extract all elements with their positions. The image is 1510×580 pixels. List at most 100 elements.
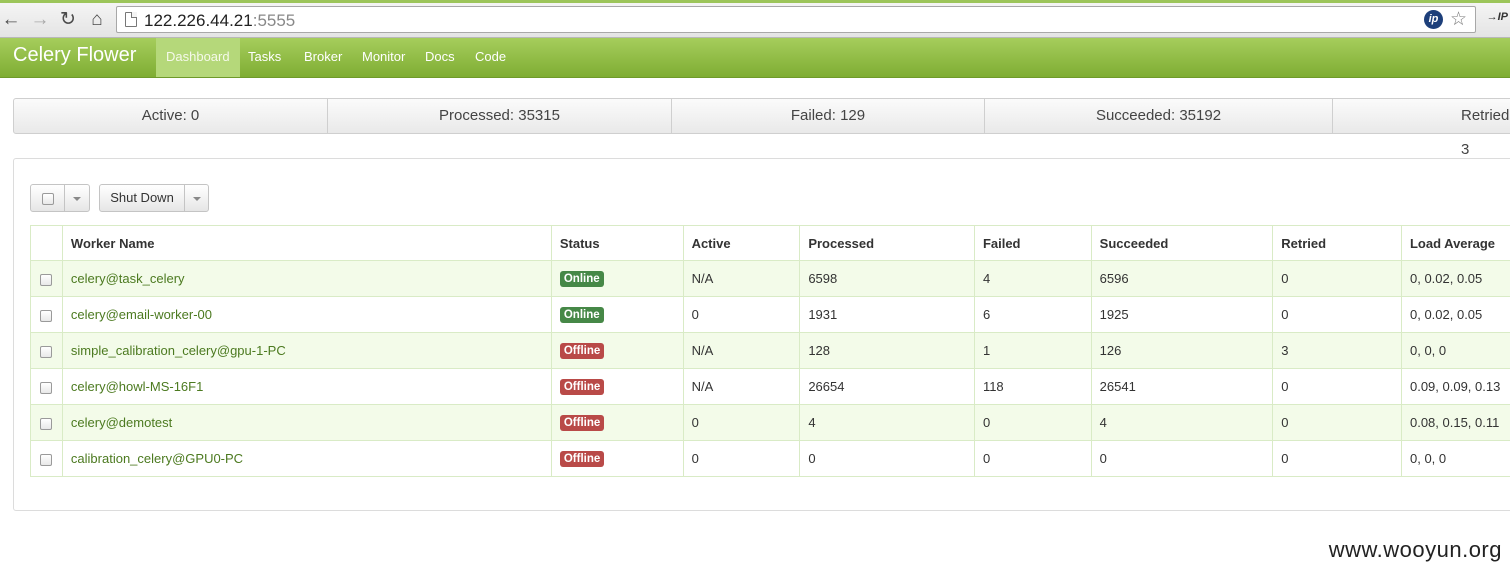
back-arrow-icon[interactable]: ← bbox=[0, 9, 22, 31]
home-icon[interactable]: ⌂ bbox=[86, 9, 108, 31]
table-row: celery@demotest Offline 0 4 0 4 0 0.08, … bbox=[30, 404, 1510, 441]
load-average-cell: 0.08, 0.15, 0.11 bbox=[1400, 404, 1510, 441]
stat-processed: Processed: 35315 bbox=[328, 99, 672, 133]
header-retried[interactable]: Retried bbox=[1272, 225, 1402, 261]
succeeded-cell: 126 bbox=[1090, 332, 1274, 369]
succeeded-cell: 4 bbox=[1090, 404, 1274, 441]
table-row: calibration_celery@GPU0-PC Offline 0 0 0… bbox=[30, 440, 1510, 477]
processed-cell: 128 bbox=[799, 332, 975, 369]
active-cell: 0 bbox=[682, 296, 801, 333]
worker-name-link[interactable]: celery@howl-MS-16F1 bbox=[61, 368, 552, 405]
watermark-text: www.wooyun.org bbox=[1328, 537, 1502, 562]
status-cell: Offline bbox=[550, 404, 684, 441]
status-cell: Offline bbox=[550, 440, 684, 477]
header-active[interactable]: Active bbox=[682, 225, 801, 261]
select-dropdown-toggle[interactable] bbox=[65, 185, 89, 211]
stat-failed: Failed: 129 bbox=[672, 99, 985, 133]
worker-name-link[interactable]: calibration_celery@GPU0-PC bbox=[61, 440, 552, 477]
page-icon bbox=[125, 12, 137, 27]
nav-dashboard[interactable]: Dashboard bbox=[156, 38, 240, 77]
caret-down-icon bbox=[73, 196, 81, 201]
shutdown-dropdown-toggle[interactable] bbox=[185, 185, 208, 211]
table-row: simple_calibration_celery@gpu-1-PC Offli… bbox=[30, 332, 1510, 369]
worker-name-link[interactable]: celery@demotest bbox=[61, 404, 552, 441]
header-processed[interactable]: Processed bbox=[799, 225, 975, 261]
status-badge: Offline bbox=[559, 379, 605, 395]
succeeded-cell: 6596 bbox=[1090, 260, 1274, 297]
status-cell: Online bbox=[550, 296, 684, 333]
active-cell: 0 bbox=[682, 404, 801, 441]
nav-code[interactable]: Code bbox=[465, 38, 516, 77]
worker-name-link[interactable]: celery@task_celery bbox=[61, 260, 552, 297]
status-badge: Online bbox=[559, 271, 604, 287]
succeeded-cell: 0 bbox=[1090, 440, 1274, 477]
status-badge: Offline bbox=[559, 451, 605, 467]
stat-active: Active: 0 bbox=[14, 99, 328, 133]
processed-cell: 26654 bbox=[799, 368, 975, 405]
shutdown-button[interactable]: Shut Down bbox=[100, 185, 184, 211]
status-badge: Offline bbox=[559, 415, 605, 431]
nav-monitor[interactable]: Monitor bbox=[352, 38, 415, 77]
failed-cell: 1 bbox=[973, 332, 1092, 369]
nav-docs[interactable]: Docs bbox=[415, 38, 465, 77]
select-all-checkbox[interactable] bbox=[31, 185, 64, 211]
succeeded-cell: 1925 bbox=[1090, 296, 1274, 333]
retried-cell: 0 bbox=[1272, 368, 1402, 405]
status-badge: Online bbox=[559, 307, 604, 323]
select-all-dropdown[interactable] bbox=[30, 184, 90, 212]
failed-cell: 4 bbox=[973, 260, 1092, 297]
header-load-average[interactable]: Load Average bbox=[1400, 225, 1510, 261]
row-checkbox[interactable] bbox=[30, 404, 63, 441]
row-checkbox[interactable] bbox=[30, 260, 63, 297]
extension-ip-button[interactable]: →IP bbox=[1487, 11, 1508, 23]
address-bar[interactable]: 122.226.44.21:5555 ip ☆ bbox=[116, 6, 1476, 33]
table-row: celery@email-worker-00 Online 0 1931 6 1… bbox=[30, 296, 1510, 333]
retried-cell: 0 bbox=[1272, 404, 1402, 441]
load-average-cell: 0, 0.02, 0.05 bbox=[1400, 296, 1510, 333]
retried-cell: 3 bbox=[1272, 332, 1402, 369]
row-checkbox[interactable] bbox=[30, 440, 63, 477]
stats-summary-bar: Active: 0 Processed: 35315 Failed: 129 S… bbox=[13, 98, 1510, 158]
worker-name-link[interactable]: simple_calibration_celery@gpu-1-PC bbox=[61, 332, 552, 369]
load-average-cell: 0, 0, 0 bbox=[1400, 440, 1510, 477]
reload-icon[interactable]: ↻ bbox=[57, 9, 79, 31]
header-succeeded[interactable]: Succeeded bbox=[1090, 225, 1274, 261]
succeeded-cell: 26541 bbox=[1090, 368, 1274, 405]
retried-cell: 0 bbox=[1272, 296, 1402, 333]
shutdown-button-group[interactable]: Shut Down bbox=[99, 184, 209, 212]
header-worker-name[interactable]: Worker Name bbox=[61, 225, 552, 261]
url-text[interactable]: 122.226.44.21:5555 bbox=[144, 11, 295, 31]
brand-title[interactable]: Celery Flower bbox=[13, 44, 136, 67]
processed-cell: 0 bbox=[799, 440, 975, 477]
row-checkbox[interactable] bbox=[30, 332, 63, 369]
nav-broker[interactable]: Broker bbox=[294, 38, 352, 77]
top-navbar: Celery Flower Dashboard Tasks Broker Mon… bbox=[0, 38, 1510, 78]
failed-cell: 118 bbox=[973, 368, 1092, 405]
header-status[interactable]: Status bbox=[550, 225, 684, 261]
load-average-cell: 0.09, 0.09, 0.13 bbox=[1400, 368, 1510, 405]
ip-extension-icon[interactable]: ip bbox=[1424, 10, 1443, 29]
stat-succeeded: Succeeded: 35192 bbox=[985, 99, 1333, 133]
status-badge: Offline bbox=[559, 343, 605, 359]
forward-arrow-icon[interactable]: → bbox=[29, 9, 51, 31]
row-checkbox[interactable] bbox=[30, 368, 63, 405]
header-failed[interactable]: Failed bbox=[973, 225, 1092, 261]
workers-panel: Shut Down Worker Name Status Active Proc… bbox=[13, 158, 1510, 511]
workers-table: Worker Name Status Active Processed Fail… bbox=[30, 225, 1510, 477]
bookmark-star-icon[interactable]: ☆ bbox=[1450, 8, 1467, 31]
worker-name-link[interactable]: celery@email-worker-00 bbox=[61, 296, 552, 333]
active-cell: N/A bbox=[682, 368, 801, 405]
row-checkbox[interactable] bbox=[30, 296, 63, 333]
browser-toolbar: ← → ↻ ⌂ 122.226.44.21:5555 ip ☆ →IP bbox=[0, 0, 1510, 38]
status-cell: Online bbox=[550, 260, 684, 297]
failed-cell: 0 bbox=[973, 440, 1092, 477]
failed-cell: 0 bbox=[973, 404, 1092, 441]
nav-tasks[interactable]: Tasks bbox=[238, 38, 291, 77]
table-header-row: Worker Name Status Active Processed Fail… bbox=[30, 225, 1510, 261]
processed-cell: 1931 bbox=[799, 296, 975, 333]
load-average-cell: 0, 0, 0 bbox=[1400, 332, 1510, 369]
status-cell: Offline bbox=[550, 368, 684, 405]
caret-down-icon bbox=[192, 196, 201, 201]
retried-cell: 0 bbox=[1272, 260, 1402, 297]
table-row: celery@task_celery Online N/A 6598 4 659… bbox=[30, 260, 1510, 297]
